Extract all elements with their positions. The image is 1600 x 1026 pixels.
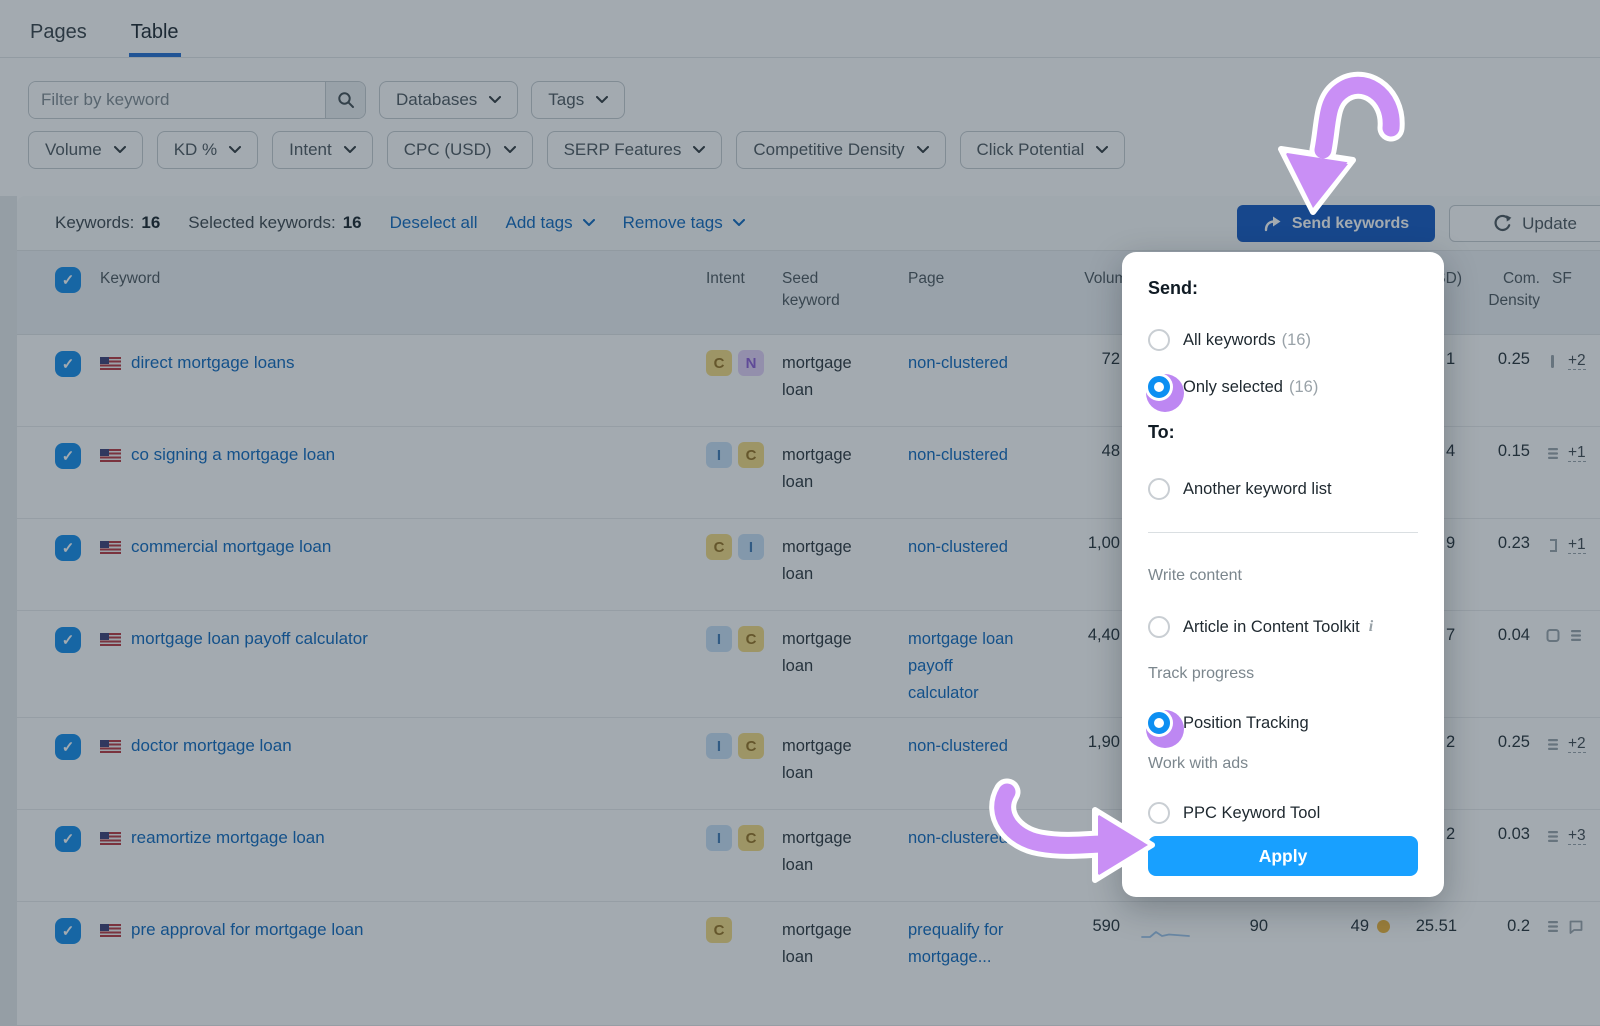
option-label: Article in Content Toolkit: [1183, 618, 1360, 637]
radio-option-all-keywords[interactable]: All keywords (16): [1148, 326, 1311, 354]
info-icon[interactable]: i: [1369, 618, 1373, 636]
radio-icon[interactable]: [1148, 616, 1170, 638]
purple-highlight: [1146, 710, 1184, 748]
radio-option-another-list[interactable]: Another keyword list: [1148, 475, 1332, 503]
send-keywords-panel: Send: All keywords (16) Only selected (1…: [1122, 252, 1444, 897]
radio-icon[interactable]: [1148, 802, 1170, 824]
option-label: Only selected: [1183, 378, 1283, 397]
radio-option-article-content-toolkit[interactable]: Article in Content Toolkit i: [1148, 613, 1373, 641]
radio-icon[interactable]: [1148, 478, 1170, 500]
to-section-title: To:: [1148, 422, 1175, 443]
radio-option-only-selected[interactable]: Only selected (16): [1148, 373, 1318, 401]
write-content-header: Write content: [1148, 567, 1242, 585]
option-label: All keywords: [1183, 331, 1276, 350]
track-progress-header: Track progress: [1148, 665, 1254, 683]
apply-button[interactable]: Apply: [1148, 836, 1418, 876]
send-section-title: Send:: [1148, 278, 1198, 299]
option-count: (16): [1289, 378, 1318, 397]
panel-divider: [1148, 532, 1418, 533]
radio-option-position-tracking[interactable]: Position Tracking: [1148, 709, 1309, 737]
option-label: Position Tracking: [1183, 714, 1309, 733]
keyword-strategy-builder-screen: Pages Table DatabasesTags VolumeKD %Inte…: [0, 0, 1600, 1026]
option-label: Another keyword list: [1183, 480, 1332, 499]
work-with-ads-header: Work with ads: [1148, 755, 1248, 773]
option-count: (16): [1282, 331, 1311, 350]
option-label: PPC Keyword Tool: [1183, 804, 1320, 823]
purple-highlight: [1146, 374, 1184, 412]
radio-option-ppc-keyword-tool[interactable]: PPC Keyword Tool: [1148, 799, 1320, 827]
radio-icon[interactable]: [1148, 329, 1170, 351]
radio-selected-icon[interactable]: [1148, 376, 1170, 398]
radio-selected-icon[interactable]: [1148, 712, 1170, 734]
